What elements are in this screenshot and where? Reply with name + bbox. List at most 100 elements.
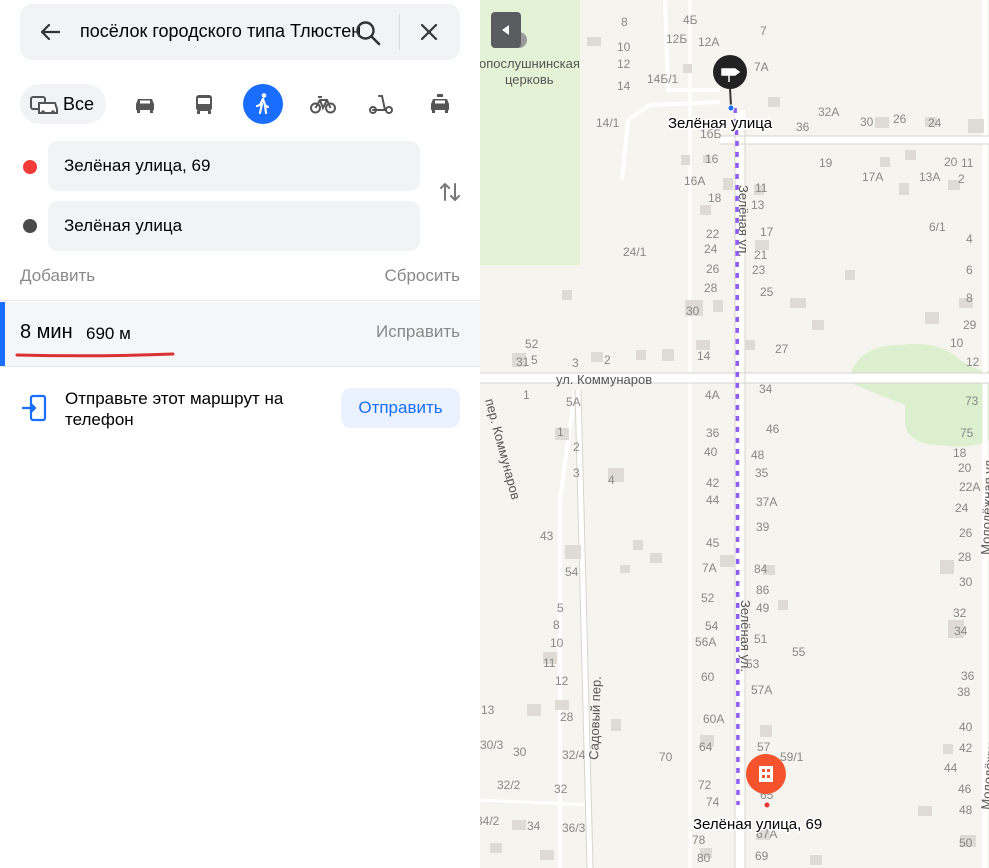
search-bar: посёлок городского типа Тлюстенхабль (20, 4, 460, 60)
house-number: 8 (621, 15, 628, 29)
house-number: 18 (953, 446, 967, 460)
house-number: 57 (757, 740, 771, 754)
mode-scooter-button[interactable] (361, 84, 401, 124)
house-number: 5 (531, 353, 538, 367)
route-distance: 690 м (86, 324, 131, 343)
house-number: 69 (755, 849, 769, 863)
mode-walk-button[interactable] (243, 84, 283, 124)
house-number: 42 (706, 476, 720, 490)
house-number: 2 (573, 440, 580, 454)
add-point-link[interactable]: Добавить (20, 266, 95, 286)
house-number: 14Б/1 (647, 72, 679, 86)
house-number: 12 (555, 674, 569, 688)
from-field[interactable]: Зелёная улица, 69 (48, 141, 420, 191)
fix-route-link[interactable]: Исправить (376, 322, 460, 342)
house-number: 20 (958, 461, 972, 475)
to-field[interactable]: Зелёная улица (48, 201, 420, 251)
from-field-value: Зелёная улица, 69 (64, 156, 211, 175)
back-arrow-icon[interactable] (38, 20, 62, 44)
house-number: 30 (686, 304, 700, 318)
house-number: 20 (944, 155, 958, 169)
house-number: 7А (702, 561, 717, 575)
end-marker[interactable]: Зелёная улица, 69 (692, 754, 824, 835)
house-number: 27 (775, 342, 789, 356)
house-number: 11 (543, 656, 556, 670)
house-number: 75 (960, 426, 974, 440)
house-number: 19 (819, 156, 833, 170)
house-number: 14/1 (596, 116, 620, 130)
collapse-panel-button[interactable] (491, 12, 521, 48)
send-button[interactable]: Отправить (341, 388, 460, 428)
house-number: 26 (706, 262, 720, 276)
house-number: 53 (746, 657, 760, 671)
all-transport-icon (30, 96, 58, 114)
house-number: 30/3 (480, 738, 504, 752)
house-number: 14 (617, 79, 631, 93)
house-number: 24 (704, 242, 718, 256)
house-number: 48 (959, 803, 973, 817)
house-number: 32/4 (562, 748, 586, 762)
send-to-phone-text: Отправьте этот маршрут на телефон (65, 389, 284, 429)
house-number: 3 (572, 356, 579, 370)
house-number: 35 (755, 466, 769, 480)
route-panel: посёлок городского типа Тлюстенхабль Все (0, 0, 480, 868)
house-number: 56А (695, 635, 716, 649)
send-to-phone: Отправьте этот маршрут на телефон Отправ… (0, 380, 480, 440)
house-number: 6 (966, 263, 973, 277)
route-time: 8 мин (20, 321, 73, 343)
search-input[interactable]: посёлок городского типа Тлюстенхабль (80, 21, 362, 42)
house-number: 12Б (666, 32, 687, 46)
swap-icon[interactable] (438, 180, 462, 204)
house-number: 37А (756, 495, 777, 509)
house-number: 34/2 (480, 814, 500, 828)
mode-bike-button[interactable] (302, 84, 342, 124)
house-number: 30 (959, 575, 973, 589)
house-number: 18 (708, 191, 722, 205)
street-label-per-kommunarov: пер. Коммунаров (482, 397, 523, 501)
house-number: 80 (697, 851, 711, 865)
house-number: 26 (959, 526, 973, 540)
house-number: 13 (481, 703, 495, 717)
house-number: 2 (604, 353, 611, 367)
house-number: 32 (953, 606, 967, 620)
house-number: 1 (557, 425, 564, 439)
map-view[interactable]: ул. Коммунаров Зелёная ул. Зелёная ул. п… (480, 0, 989, 868)
church-label-1: опослушнинская (480, 56, 580, 71)
house-number: 13 (751, 198, 765, 212)
house-number: 11 (961, 156, 974, 170)
mode-all-button[interactable]: Все (20, 84, 106, 124)
house-number: 7А (754, 60, 769, 74)
street-label-sadovy: Садовый пер. (586, 676, 604, 760)
house-number: 46 (766, 422, 780, 436)
house-number: 55 (792, 645, 806, 659)
route-underline-annotation (15, 352, 175, 358)
divider (0, 300, 480, 301)
reset-link[interactable]: Сбросить (384, 266, 460, 286)
map-canvas[interactable]: ул. Коммунаров Зелёная ул. Зелёная ул. п… (480, 0, 989, 868)
house-number: 16А (684, 174, 705, 188)
start-point-marker (23, 160, 37, 174)
house-number: 34 (954, 624, 968, 638)
house-number: 13А (919, 170, 940, 184)
house-number: 73 (965, 394, 979, 408)
house-number: 11 (755, 181, 768, 195)
house-number: 48 (751, 448, 765, 462)
house-number: 8 (966, 291, 973, 305)
house-number: 21 (754, 248, 768, 262)
house-number: 44 (944, 761, 958, 775)
mode-all-label: Все (63, 94, 95, 114)
close-icon[interactable] (418, 21, 440, 43)
route-option[interactable]: 8 мин 690 м Исправить (0, 302, 480, 366)
house-number: 12А (698, 35, 719, 49)
mode-car-button[interactable] (125, 84, 165, 124)
house-number: 78 (692, 833, 706, 847)
house-number: 59/1 (780, 750, 804, 764)
house-number: 44 (706, 493, 720, 507)
mode-bus-button[interactable] (184, 84, 224, 124)
house-number: 32 (554, 782, 568, 796)
mode-taxi-button[interactable] (420, 84, 460, 124)
house-number: 28 (704, 281, 718, 295)
house-number: 49 (756, 601, 770, 615)
search-icon[interactable] (354, 19, 382, 47)
divider (0, 366, 480, 367)
